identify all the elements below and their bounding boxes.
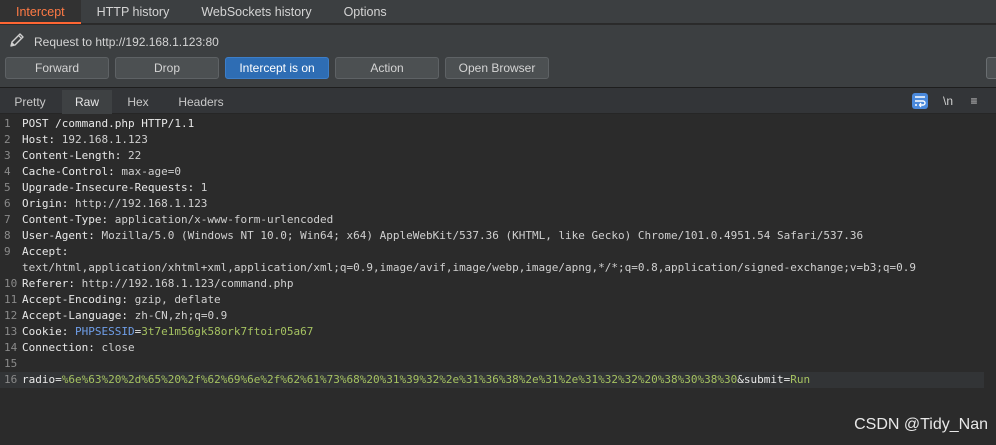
header-line-continuation: text/html,application/xhtml+xml,applicat…	[22, 261, 917, 274]
drop-button[interactable]: Drop	[115, 57, 219, 79]
header-line: 14 Connection: close	[0, 340, 984, 356]
header-line: 6 Origin: http://192.168.1.123	[0, 196, 984, 212]
line-number: 5	[4, 181, 11, 194]
body-line: 16 radio=%6e%63%20%2d%65%20%2f%62%69%6e%2…	[0, 372, 984, 388]
header-line: 3 Content-Length: 22	[0, 148, 984, 164]
cookie-line: 13 Cookie: PHPSESSID=3t7e1m56gk58ork7ftoi…	[0, 324, 984, 340]
header-line: 11 Accept-Encoding: gzip, deflate	[0, 292, 984, 308]
request-line: 1 POST /command.php HTTP/1.1	[0, 116, 984, 132]
line-number: 13	[4, 325, 18, 338]
request-info: Request to http://192.168.1.123:80	[8, 31, 219, 54]
line-number: 11	[4, 293, 18, 306]
tab-raw[interactable]: Raw	[62, 90, 112, 114]
open-browser-button[interactable]: Open Browser	[445, 57, 549, 79]
line-number: 9	[4, 245, 11, 258]
forward-button[interactable]: Forward	[5, 57, 109, 79]
action-button[interactable]: Action	[335, 57, 439, 79]
line-number: 3	[4, 149, 11, 162]
editor-tab-strip: Pretty Raw Hex Headers \n ≡	[0, 88, 996, 114]
raw-request-body[interactable]: 1 POST /command.php HTTP/1.1 2 Host: 192.1…	[0, 116, 996, 445]
intercept-toggle-button[interactable]: Intercept is on	[225, 57, 329, 79]
watermark: CSDN @Tidy_Nan	[854, 416, 988, 433]
line-number: 14	[4, 341, 18, 354]
header-line: 9 Accept:	[0, 244, 984, 260]
pencil-icon[interactable]	[8, 31, 26, 54]
message-editor: Pretty Raw Hex Headers \n ≡ 1 POST /comma…	[0, 87, 996, 445]
header-line: 7 Content-Type: application/x-www-form-ur…	[0, 212, 984, 228]
overflow-button[interactable]	[986, 57, 996, 79]
line-number: 2	[4, 133, 11, 146]
header-line: 4 Cache-Control: max-age=0	[0, 164, 984, 180]
blank-line: 15	[0, 356, 984, 372]
line-number: 1	[4, 117, 11, 130]
top-tab-strip: Intercept HTTP history WebSockets histor…	[0, 0, 996, 24]
request-target-text: Request to http://192.168.1.123:80	[34, 35, 219, 49]
menu-icon[interactable]: ≡	[966, 93, 982, 109]
tab-pretty[interactable]: Pretty	[6, 90, 54, 114]
tab-intercept[interactable]: Intercept	[0, 0, 81, 24]
header-line: 2 Host: 192.168.1.123	[0, 132, 984, 148]
line-number: 8	[4, 229, 11, 242]
header-line: 12 Accept-Language: zh-CN,zh;q=0.9	[0, 308, 984, 324]
line-number: 7	[4, 213, 11, 226]
header-line: 10 Referer: http://192.168.1.123/command.…	[0, 276, 984, 292]
tab-options[interactable]: Options	[328, 0, 403, 24]
tab-http-history[interactable]: HTTP history	[81, 0, 186, 24]
header-line: 8 User-Agent: Mozilla/5.0 (Windows NT 10.…	[0, 228, 984, 244]
line-number: 12	[4, 309, 18, 322]
header-line: 5 Upgrade-Insecure-Requests: 1	[0, 180, 984, 196]
line-number: 10	[4, 277, 18, 290]
word-wrap-icon[interactable]	[912, 93, 928, 109]
line-number: 4	[4, 165, 11, 178]
tab-websockets-history[interactable]: WebSockets history	[185, 0, 327, 24]
tab-hex[interactable]: Hex	[116, 90, 160, 114]
tab-headers[interactable]: Headers	[166, 90, 236, 114]
line-number: 15	[4, 357, 18, 370]
line-number: 16	[4, 373, 18, 386]
line-number: 6	[4, 197, 11, 210]
show-newlines-icon[interactable]: \n	[938, 93, 958, 109]
